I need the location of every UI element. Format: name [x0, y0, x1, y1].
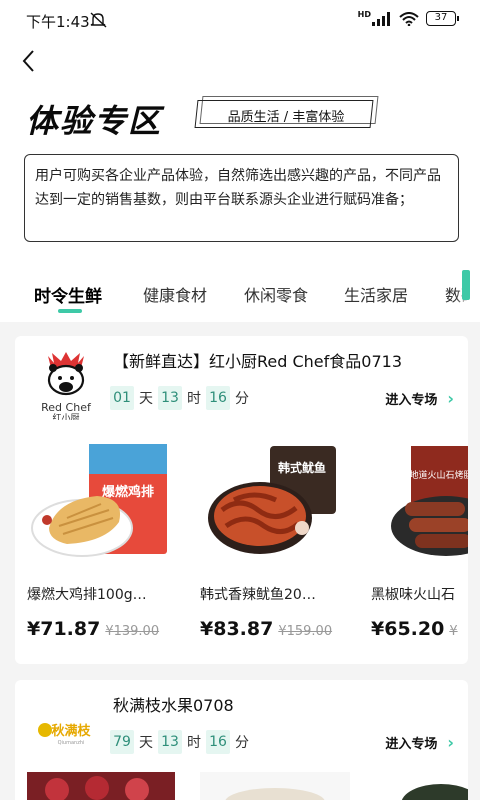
active-tab-indicator	[58, 309, 82, 313]
chevron-right-icon: ›	[447, 733, 454, 752]
product-image-chicken-cutlet: 爆燃鸡排	[31, 444, 167, 557]
tab-healthy-food[interactable]: 健康食材	[143, 282, 207, 306]
status-bar: 下午1:43 HD 37	[0, 0, 480, 40]
logo-text-line1: 秋满枝	[51, 723, 91, 739]
product-image-lychee	[27, 772, 175, 800]
red-chef-logo: Red Chef 红小厨	[41, 352, 92, 420]
countdown-minutes: 16	[206, 730, 230, 754]
tagline-badge: 品质生活 / 丰富体验	[194, 96, 379, 130]
countdown-minutes: 16	[206, 386, 230, 410]
countdown-minute-unit: 分	[235, 391, 249, 407]
chevron-right-icon: ›	[447, 389, 454, 408]
product-price: ¥71.87 ¥139.00	[27, 618, 159, 640]
countdown-hour-unit: 时	[187, 735, 201, 751]
countdown-hours: 13	[158, 730, 182, 754]
tab-seasonal-fresh[interactable]: 时令生鲜	[34, 282, 102, 307]
tagline-text: 品质生活 / 丰富体验	[227, 110, 345, 125]
header-area: 下午1:43 HD 37 体验专区 品质生活 / 丰富体验 用户可购买各企业产品…	[0, 0, 480, 322]
original-price: ¥	[449, 624, 458, 639]
product-name: 黑椒味火山石	[371, 587, 455, 603]
logo-text-line1: Red Chef	[41, 401, 92, 414]
tab-snacks[interactable]: 休闲零食	[244, 282, 308, 306]
tabs-scroll-marker	[462, 270, 470, 300]
product-name: 韩式香辣鱿鱼20…	[200, 587, 316, 603]
product-price: ¥83.87 ¥159.00	[200, 618, 332, 640]
back-button[interactable]	[18, 48, 42, 74]
current-price: ¥65.20	[371, 618, 445, 640]
enter-store-label: 进入专场	[385, 393, 438, 408]
product-image-squid: 韩式鱿鱼	[208, 446, 336, 554]
status-time: 下午1:43	[26, 13, 90, 31]
countdown-day-unit: 天	[139, 391, 153, 407]
product-name: 爆燃大鸡排100g…	[27, 587, 147, 603]
countdown-hours: 13	[158, 386, 182, 410]
enter-store-label: 进入专场	[385, 737, 438, 752]
category-tabs: 时令生鲜 健康食材 休闲零食 生活家居 数码	[0, 278, 470, 318]
network-type: HD	[357, 9, 371, 19]
countdown-timer: 79 天 13 时 16 分	[110, 730, 249, 754]
product-image-sausage: 地道火山石烤肠	[391, 446, 468, 556]
product-price: ¥65.20 ¥	[371, 618, 458, 640]
store-title: 秋满枝水果0708	[113, 696, 234, 715]
logo-text-line2: Qiumanzhi	[58, 740, 85, 746]
product-image-fruit-2	[401, 784, 468, 800]
countdown-timer: 01 天 13 时 16 分	[110, 386, 249, 410]
product-image-label: 地道火山石烤肠	[409, 469, 468, 481]
signal-icon	[372, 11, 390, 26]
countdown-minute-unit: 分	[235, 735, 249, 751]
product-image-label: 韩式鱿鱼	[278, 460, 326, 475]
page-title: 体验专区	[26, 102, 163, 140]
qiumanzhi-logo: 秋满枝 Qiumanzhi	[38, 723, 91, 746]
original-price: ¥139.00	[105, 624, 160, 639]
current-price: ¥83.87	[200, 618, 274, 640]
enter-store-button[interactable]: 进入专场 ›	[385, 389, 454, 408]
battery-icon: 37	[426, 11, 459, 26]
status-indicators: HD 37	[357, 9, 459, 26]
countdown-days: 01	[110, 386, 134, 410]
countdown-hour-unit: 时	[187, 391, 201, 407]
countdown-days: 79	[110, 730, 134, 754]
store-title: 【新鲜直达】红小厨Red Chef食品0713	[113, 352, 402, 371]
store-card[interactable]: 秋满枝 Qiumanzhi 秋满枝水果0708 79 天 13 时 16 分 进…	[15, 680, 468, 800]
logo-text-line2: 红小厨	[52, 412, 79, 420]
original-price: ¥159.00	[278, 624, 333, 639]
product-image-label: 爆燃鸡排	[102, 484, 154, 500]
tab-home-living[interactable]: 生活家居	[344, 282, 408, 306]
mute-icon	[90, 12, 107, 28]
enter-store-button[interactable]: 进入专场 ›	[385, 733, 454, 752]
intro-text: 用户可购买各企业产品体验，自然筛选出感兴趣的产品，不同产品达到一定的销售基数，则…	[24, 154, 459, 242]
store-card[interactable]: Red Chef 红小厨 【新鲜直达】红小厨Red Chef食品0713 01 …	[15, 336, 468, 664]
product-image-fruit	[200, 772, 350, 800]
current-price: ¥71.87	[27, 618, 101, 640]
countdown-day-unit: 天	[139, 735, 153, 751]
wifi-icon	[399, 11, 419, 26]
